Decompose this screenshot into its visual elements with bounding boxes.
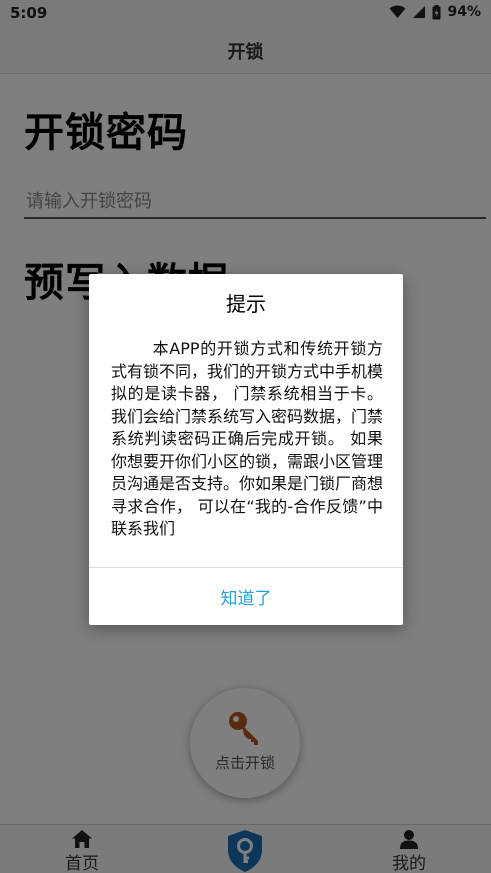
confirm-button[interactable]: 知道了 [89,568,403,625]
dialog-message: 本APP的开锁方式和传统开锁方式有锁不同，我们的开锁方式中手机模拟的是读卡器， … [111,339,384,538]
dialog-title: 提示 [226,292,266,316]
tip-dialog: 提示 本APP的开锁方式和传统开锁方式有锁不同，我们的开锁方式中手机模拟的是读卡… [89,274,403,625]
